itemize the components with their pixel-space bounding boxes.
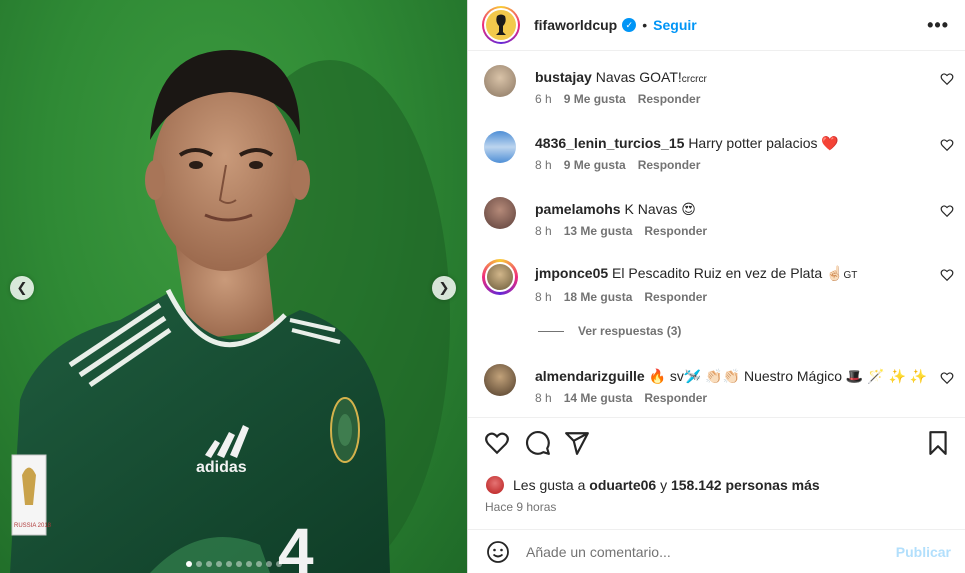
heart-icon[interactable] xyxy=(940,371,954,385)
comment-composer: Publicar xyxy=(468,529,965,573)
liker-avatar[interactable] xyxy=(486,476,504,494)
account-avatar[interactable] xyxy=(482,6,520,44)
chevron-left-icon: ❮ xyxy=(16,280,28,295)
commenter-avatar[interactable] xyxy=(484,65,516,97)
follow-button[interactable]: Seguir xyxy=(653,17,697,33)
post-sidebar: fifaworldcup ✓ • Seguir ••• bustajay Nav… xyxy=(468,0,965,573)
comment-text-suffix: crcrcr xyxy=(681,74,707,85)
commenter-avatar[interactable] xyxy=(482,259,518,295)
carousel-dot xyxy=(275,561,282,567)
replies-divider xyxy=(538,330,564,332)
likes-count[interactable]: 158.142 personas más xyxy=(671,477,820,493)
comment-username[interactable]: jmponce05 xyxy=(535,265,608,281)
comment-likes[interactable]: 9 Me gusta xyxy=(564,92,626,106)
heart-icon[interactable] xyxy=(940,138,954,152)
carousel-dot xyxy=(205,561,212,567)
heart-icon[interactable] xyxy=(940,268,954,282)
comment-username[interactable]: bustajay xyxy=(535,69,592,85)
comment-likes[interactable]: 13 Me gusta xyxy=(564,224,633,238)
post-timestamp[interactable]: Hace 9 horas xyxy=(485,500,556,514)
comment-username[interactable]: pamelamohs xyxy=(535,201,621,217)
carousel-indicator xyxy=(0,561,467,567)
chevron-right-icon: ❯ xyxy=(438,280,450,295)
carousel-dot xyxy=(195,561,202,567)
sleeve-badge-text: RUSSIA 2018 xyxy=(14,523,52,529)
commenter-avatar[interactable] xyxy=(484,131,516,163)
comment-text-suffix: GT xyxy=(843,270,858,281)
comment-time[interactable]: 6 h xyxy=(535,92,552,106)
comment-likes[interactable]: 18 Me gusta xyxy=(564,290,633,304)
carousel-dot xyxy=(265,561,272,567)
comment-time[interactable]: 8 h xyxy=(535,290,552,304)
view-replies-button[interactable]: Ver respuestas (3) xyxy=(538,324,681,338)
reply-button[interactable]: Responder xyxy=(644,391,707,405)
comment-text: K Navas 😍 xyxy=(624,201,696,217)
heart-icon[interactable] xyxy=(940,204,954,218)
header-separator: • xyxy=(642,17,648,33)
publish-button[interactable]: Publicar xyxy=(896,544,951,560)
comment-bubble-icon[interactable] xyxy=(525,430,551,456)
fifa-trophy-icon xyxy=(486,10,516,40)
comment-username[interactable]: 4836_lenin_turcios_15 xyxy=(535,135,684,151)
comment-text: Navas GOAT! xyxy=(595,69,682,85)
reply-button[interactable]: Responder xyxy=(644,224,707,238)
comment-text: El Pescadito Ruiz en vez de Plata ☝🏻 xyxy=(612,265,844,281)
heart-icon[interactable] xyxy=(940,72,954,86)
account-username[interactable]: fifaworldcup xyxy=(534,17,617,33)
comment-input[interactable] xyxy=(526,543,896,560)
likes-prefix: Les gusta a xyxy=(513,477,586,493)
comment-text: Harry potter palacios ❤️ xyxy=(688,135,839,151)
carousel-dot xyxy=(215,561,222,567)
post-header: fifaworldcup ✓ • Seguir ••• xyxy=(468,0,965,51)
commenter-avatar[interactable] xyxy=(484,364,516,396)
carousel-prev-button[interactable]: ❮ xyxy=(10,276,34,300)
carousel-dot xyxy=(255,561,262,567)
liker-username[interactable]: oduarte06 xyxy=(589,477,656,493)
reply-button[interactable]: Responder xyxy=(638,158,701,172)
comment-username[interactable]: almendarizguille xyxy=(535,368,645,384)
carousel-dot xyxy=(185,561,192,567)
reply-button[interactable]: Responder xyxy=(638,92,701,106)
save-bookmark-icon[interactable] xyxy=(925,430,951,456)
share-send-icon[interactable] xyxy=(564,430,590,456)
view-replies-label: Ver respuestas (3) xyxy=(578,324,682,338)
player-illustration: adidas RUSSIA 2018 4 xyxy=(10,50,450,573)
likes-summary: Les gusta a oduarte06 y 158.142 personas… xyxy=(486,476,820,494)
more-options-icon[interactable]: ••• xyxy=(927,15,949,36)
comment-text: 🔥 sv🛩️ 👏🏻👏🏻 Nuestro Mágico 🎩 🪄 ✨ ✨ xyxy=(648,368,928,384)
kit-brand-text: adidas xyxy=(196,459,247,476)
like-heart-icon[interactable] xyxy=(484,430,510,456)
carousel-dot xyxy=(235,561,242,567)
comment-time[interactable]: 8 h xyxy=(535,158,552,172)
likes-conj: y xyxy=(660,477,668,493)
carousel-next-button[interactable]: ❯ xyxy=(432,276,456,300)
emoji-icon[interactable] xyxy=(486,540,510,564)
carousel-dot xyxy=(245,561,252,567)
comments-list: bustajay Navas GOAT!crcrcr 6 h 9 Me gust… xyxy=(468,52,965,418)
commenter-avatar[interactable] xyxy=(484,197,516,229)
post-actions-bar xyxy=(484,428,951,462)
comment-time[interactable]: 8 h xyxy=(535,391,552,405)
comment-time[interactable]: 8 h xyxy=(535,224,552,238)
post-photo: adidas RUSSIA 2018 4 ❮ ❯ xyxy=(0,0,467,573)
verified-badge-icon: ✓ xyxy=(622,18,637,32)
comment-likes[interactable]: 14 Me gusta xyxy=(564,391,633,405)
carousel-dot xyxy=(225,561,232,567)
comment-likes[interactable]: 9 Me gusta xyxy=(564,158,626,172)
reply-button[interactable]: Responder xyxy=(644,290,707,304)
